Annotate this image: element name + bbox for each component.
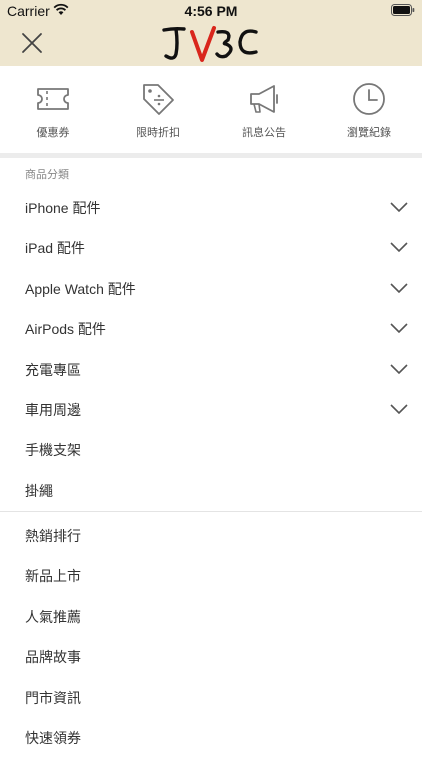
category-item-apple-watch[interactable]: Apple Watch 配件	[0, 269, 422, 309]
quick-link-label: 限時折扣	[136, 127, 180, 139]
category-item-label: Apple Watch 配件	[25, 280, 136, 297]
status-bar: Carrier 4:56 PM	[0, 0, 422, 22]
chevron-down-icon	[390, 242, 408, 253]
category-item-lanyard[interactable]: 掛繩	[0, 471, 422, 511]
discount-tag-icon	[143, 84, 174, 115]
clock-icon	[353, 83, 385, 115]
quick-link-coupons[interactable]: 優惠券	[13, 82, 93, 142]
link-brand-story[interactable]: 品牌故事	[0, 637, 422, 677]
chevron-down-icon	[390, 323, 408, 334]
quick-link-history[interactable]: 瀏覽紀錄	[329, 82, 409, 142]
section-divider	[0, 153, 422, 158]
link-best-sellers[interactable]: 熱銷排行	[0, 516, 422, 556]
link-label: 快速領券	[25, 729, 81, 746]
other-links-list: 熱銷排行 新品上市 人氣推薦 品牌故事 門市資訊 快速領券	[0, 516, 422, 758]
link-store-info[interactable]: 門市資訊	[0, 678, 422, 718]
link-label: 門市資訊	[25, 689, 81, 706]
list-divider	[0, 511, 422, 512]
quick-link-label: 訊息公告	[242, 127, 286, 139]
category-item-airpods[interactable]: AirPods 配件	[0, 309, 422, 349]
quick-link-announcements[interactable]: 訊息公告	[224, 82, 304, 142]
link-new-arrivals[interactable]: 新品上市	[0, 556, 422, 596]
chevron-down-icon	[390, 202, 408, 213]
category-item-label: iPhone 配件	[25, 200, 101, 216]
category-item-car[interactable]: 車用周邊	[0, 390, 422, 430]
link-label: 人氣推薦	[25, 608, 81, 625]
link-quick-coupons[interactable]: 快速領券	[0, 718, 422, 758]
category-list: iPhone 配件 iPad 配件 Apple Watch 配件 AirPods…	[0, 188, 422, 511]
chevron-down-icon	[390, 363, 408, 374]
category-item-charging[interactable]: 充電專區	[0, 350, 422, 390]
category-item-label: 充電專區	[25, 361, 81, 378]
brand-logo	[162, 26, 258, 62]
category-item-label: 手機支架	[25, 442, 81, 459]
link-popular-picks[interactable]: 人氣推薦	[0, 597, 422, 637]
ticket-icon	[37, 88, 69, 110]
link-label: 熱銷排行	[25, 528, 81, 544]
category-item-iphone[interactable]: iPhone 配件	[0, 188, 422, 228]
chevron-down-icon	[390, 404, 408, 415]
quick-link-label: 優惠券	[36, 127, 70, 139]
link-label: 新品上市	[25, 568, 81, 585]
chevron-down-icon	[390, 283, 408, 293]
category-item-label: 車用周邊	[25, 401, 81, 418]
category-item-label: 掛繩	[25, 482, 53, 499]
category-section-title: 商品分類	[25, 169, 69, 181]
category-item-label: AirPods 配件	[25, 321, 106, 338]
close-icon[interactable]	[20, 32, 44, 54]
link-label: 品牌故事	[25, 649, 81, 666]
quick-link-label: 瀏覽紀錄	[347, 127, 391, 139]
category-item-label: iPad 配件	[25, 240, 85, 257]
quick-links-bar: 優惠券 限時折扣 訊息公告 瀏覽紀錄	[0, 66, 422, 153]
app-header: Carrier 4:56 PM	[0, 0, 422, 66]
category-item-ipad[interactable]: iPad 配件	[0, 228, 422, 268]
status-time: 4:56 PM	[184, 3, 238, 19]
quick-link-flash-sale[interactable]: 限時折扣	[118, 82, 198, 142]
megaphone-icon	[250, 85, 278, 113]
battery-icon	[391, 4, 415, 16]
category-item-phone-stand[interactable]: 手機支架	[0, 430, 422, 470]
